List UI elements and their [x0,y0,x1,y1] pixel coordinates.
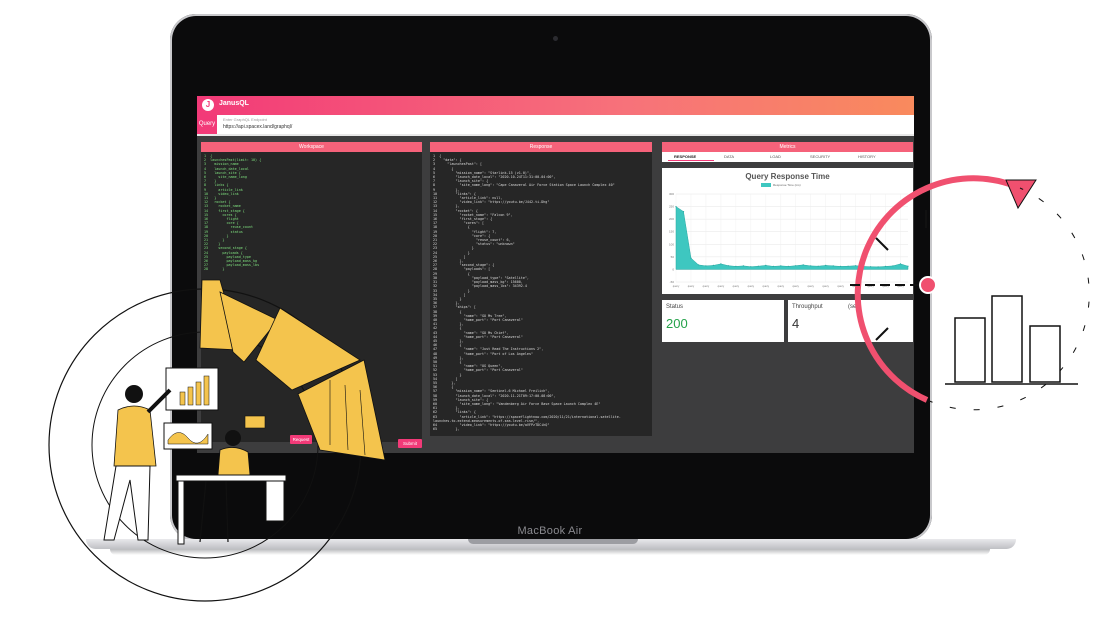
response-panel: Response 1 { 2 "data": { 3 "launchesPast… [430,142,652,436]
man-head [125,385,143,403]
data-point [712,264,714,266]
x-tick-label: query [792,284,799,288]
woman-shirt [217,447,251,476]
tab-response[interactable]: RESPONSE [674,154,696,159]
status-card: Status 200 [662,300,784,342]
response-viewer: 1 { 2 "data": { 3 "launchesPast": [ 4 { … [430,152,652,436]
bar-icon-3 [1029,325,1061,383]
legend-label: Response Time (ms) [773,183,801,187]
status-value: 200 [666,316,688,331]
y-tick-label: 250 [669,205,674,209]
endpoint-input[interactable]: https://api.spacex.land/graphql/ [223,124,292,130]
y-tick-label: 300 [669,192,674,196]
refresh-arrowhead [1005,179,1037,210]
app-title: JanusQL [219,100,249,107]
data-point [727,265,729,267]
webcam [553,36,558,41]
desk-top [175,474,287,482]
clock-center [919,276,937,294]
y-tick-label: 100 [669,242,674,246]
data-point [772,265,774,267]
data-point [787,265,789,267]
x-tick-label: query [688,284,695,288]
x-tick-label: query [703,284,710,288]
tab-load[interactable]: LOAD [770,154,781,159]
chat-bubble-icon [244,415,266,429]
app-header: J JanusQL [197,96,914,115]
status-label: Status [666,304,684,310]
data-point [675,206,677,208]
throughput-value: 4 [792,316,800,331]
device-label: MacBook Air [517,525,583,537]
data-point [705,265,707,267]
y-tick-label: 50 [671,255,675,259]
data-point [780,265,782,267]
refresh-analytics-illustration [850,175,1090,411]
bar-icon-1 [954,317,986,383]
laptop-notch [468,539,638,544]
x-tick-label: query [763,284,770,288]
y-tick-label: 150 [669,230,674,234]
x-tick-label: query [718,284,725,288]
data-point [795,265,797,267]
man-shirt [113,405,157,467]
data-point [682,211,685,213]
man-legs [103,465,151,541]
bar-icon-2 [991,295,1023,383]
data-point [802,264,804,266]
team-analytics-illustration [48,279,386,602]
x-tick-label: query [778,284,785,288]
data-point [750,266,752,268]
query-label: Query [197,115,217,134]
active-tab-indicator [668,160,714,161]
data-point [720,263,722,265]
y-tick-label: -50 [670,280,675,284]
tab-data[interactable]: DATA [724,154,734,159]
data-point [690,257,692,259]
data-point [757,265,759,267]
response-header: Response [430,142,652,152]
y-tick-label: 0 [672,267,674,271]
data-point [765,264,767,266]
data-point [697,264,700,266]
legend-swatch [761,183,771,187]
app-logo: J [202,99,214,111]
endpoint-hint: Enter GraphQL Endpoint [223,117,267,122]
query-bar: Query Enter GraphQL Endpoint https://api… [197,115,914,136]
woman-head [225,430,241,446]
x-tick-label: query [748,284,755,288]
y-tick-label: 200 [669,217,674,221]
workspace-header: Workspace [201,142,422,152]
x-tick-label: query [673,284,680,288]
data-point [735,265,737,267]
data-point [742,265,744,267]
x-tick-label: query [733,284,740,288]
